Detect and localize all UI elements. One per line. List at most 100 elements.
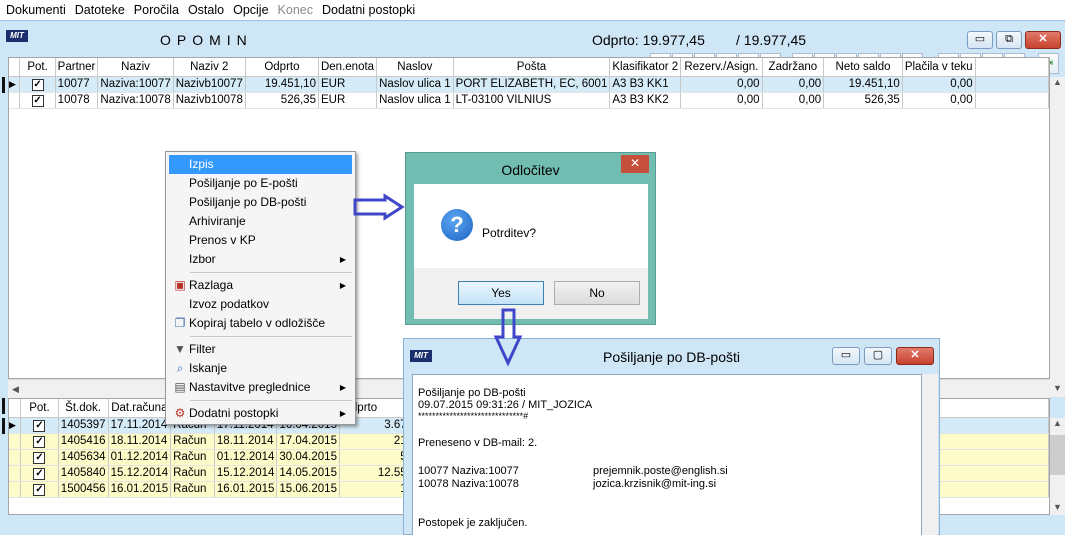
log-line: Postopek je zaključen. [418, 517, 528, 529]
scroll-up-icon[interactable]: ▲ [1053, 77, 1062, 87]
scroll-left-icon[interactable]: ◀ [12, 384, 19, 395]
cell-st-dok: 1405840 [58, 465, 109, 482]
menu-item-izvoz[interactable]: Izvoz podatkov [169, 295, 352, 314]
cell-den-enota: EUR [318, 92, 378, 109]
checkbox[interactable]: ✓ [33, 467, 46, 480]
row-checkbox[interactable]: ✓ [19, 92, 56, 109]
db-vertical-scrollbar[interactable] [922, 374, 938, 535]
col-naslov[interactable]: Naslov [376, 58, 454, 77]
odprto-label: Odprto: 19.977,45 [592, 32, 705, 48]
table-row[interactable]: ▶ ✓ 10077 Naziva:10077 Nazivb10077 19.45… [9, 76, 1049, 93]
checkbox[interactable]: ✓ [31, 94, 44, 107]
cell-vrsta: Račun [170, 465, 215, 482]
close-button[interactable]: ✕ [1025, 31, 1061, 49]
row-checkbox[interactable]: ✓ [20, 449, 59, 466]
menu-item-label: Razlaga [189, 278, 234, 292]
col-naziv[interactable]: Naziv [97, 58, 174, 77]
grid2-scroll-thumb[interactable] [1050, 435, 1065, 475]
db-posta-window: MIT Pošiljanje po DB-pošti ▭ ▢ ✕ Pošilja… [403, 338, 940, 535]
menu-item-kopiraj[interactable]: ❐ Kopiraj tabelo v odložišče [169, 314, 352, 333]
checkbox[interactable]: ✓ [31, 78, 44, 91]
col-odprto[interactable]: Odprto [245, 58, 319, 77]
menu-dokumenti[interactable]: Dokumenti [4, 3, 73, 17]
cell-filler [975, 76, 1049, 93]
menu-dodatni-postopki[interactable]: Dodatni postopki [320, 3, 422, 17]
cell-vrsta: Račun [170, 433, 215, 450]
menu-item-iskanje[interactable]: ⌕ Iskanje [169, 359, 352, 378]
col-neto-saldo[interactable]: Neto saldo [823, 58, 903, 77]
row-checkbox[interactable]: ✓ [19, 76, 56, 93]
cell-dat-racuna: 17.11.2014 [108, 417, 172, 434]
menu-item-label: Izvoz podatkov [189, 297, 270, 311]
no-button[interactable]: No [554, 281, 640, 305]
menu-item-filter[interactable]: ▼ Filter [169, 340, 352, 359]
checkbox[interactable]: ✓ [33, 483, 46, 496]
menu-item-nastavitve[interactable]: ▤ Nastavitve preglednice ▶ [169, 378, 352, 397]
row-checkbox[interactable]: ✓ [20, 417, 59, 434]
table-row[interactable]: ✓ 10078 Naziva:10078 Nazivb10078 526,35 … [9, 92, 1049, 109]
menu-ostalo[interactable]: Ostalo [186, 3, 231, 17]
cell-dat-racuna: 15.12.2014 [108, 465, 172, 482]
row-checkbox[interactable]: ✓ [20, 465, 59, 482]
menu-item-izbor[interactable]: Izbor ▶ [169, 250, 352, 269]
menu-porocila[interactable]: Poročila [132, 3, 186, 17]
close-button[interactable]: ✕ [896, 347, 934, 365]
cell-placila: 0,00 [902, 76, 976, 93]
dialog-footer: Yes No [414, 268, 648, 319]
col-posta[interactable]: Pošta [453, 58, 611, 77]
scroll-down-icon[interactable]: ▼ [1053, 383, 1062, 393]
col-den-enota[interactable]: Den.enota [318, 58, 378, 77]
col-partner[interactable]: Partner [55, 58, 99, 77]
cell-naslov: Naslov ulica 1 [376, 92, 454, 109]
maximize-button[interactable]: ▢ [864, 347, 892, 365]
cell-naslov: Naslov ulica 1 [376, 76, 454, 93]
log-email: prejemnik.poste@english.si [593, 465, 728, 477]
dialog-close-button[interactable]: ✕ [621, 155, 649, 173]
menu-datoteke[interactable]: Datoteke [73, 3, 132, 17]
menu-item-dodatni-postopki[interactable]: ⚙ Dodatni postopki ▶ [169, 404, 352, 423]
cell-placila: 0,00 [902, 92, 976, 109]
dialog-title: Odločitev [501, 162, 560, 178]
col-pot[interactable]: Pot. [20, 399, 59, 418]
checkbox[interactable]: ✓ [33, 419, 46, 432]
menu-item-arhiviranje[interactable]: Arhiviranje [169, 212, 352, 231]
menu-item-prenos-kp[interactable]: Prenos v KP [169, 231, 352, 250]
col-naziv2[interactable]: Naziv 2 [173, 58, 246, 77]
scroll-up-icon[interactable]: ▲ [1053, 418, 1062, 428]
menu-item-label: Prenos v KP [189, 233, 256, 247]
col-dat-racuna[interactable]: Dat.računa [108, 399, 172, 418]
menu-item-label: Filter [189, 342, 216, 356]
col-placila[interactable]: Plačila v teku [902, 58, 976, 77]
checkbox[interactable]: ✓ [33, 451, 46, 464]
cell-zadrzano: 0,00 [762, 92, 825, 109]
checkbox[interactable]: ✓ [33, 435, 46, 448]
cell-dat-racuna: 01.12.2014 [108, 449, 172, 466]
row-checkbox[interactable]: ✓ [20, 481, 59, 498]
maximize-button[interactable]: ⧉ [996, 31, 1022, 49]
cell-partner: 10077 [55, 76, 99, 93]
col-st-dok[interactable]: Št.dok. [58, 399, 109, 418]
partner-table: Pot. Partner Naziv Naziv 2 Odprto Den.en… [9, 58, 1049, 109]
window-title: OPOMIN [160, 32, 253, 48]
menu-opcije[interactable]: Opcije [231, 3, 275, 17]
scroll-down-icon[interactable]: ▼ [1053, 502, 1062, 512]
minimize-button[interactable]: ▭ [832, 347, 860, 365]
col-pot[interactable]: Pot. [19, 58, 56, 77]
menu-item-izpis[interactable]: Izpis [169, 155, 352, 174]
col-zadrzano[interactable]: Zadržano [762, 58, 825, 77]
minimize-button[interactable]: ▭ [967, 31, 993, 49]
cell-datum: 16.01.2015 [214, 481, 278, 498]
cell-klasifikator2: A3 B3 KK2 [609, 92, 682, 109]
menu-konec: Konec [277, 3, 313, 17]
row-checkbox[interactable]: ✓ [20, 433, 59, 450]
menu-item-db-posta[interactable]: Pošiljanje po DB-pošti [169, 193, 352, 212]
menu-item-e-posta[interactable]: Pošiljanje po E-pošti [169, 174, 352, 193]
col-klasifikator2[interactable]: Klasifikator 2 [609, 58, 682, 77]
cell-neto-saldo: 526,35 [823, 92, 903, 109]
menu-item-razlaga[interactable]: ▣ Razlaga ▶ [169, 276, 352, 295]
col-rezerv[interactable]: Rezerv./Asign. [680, 58, 763, 77]
cell-den-enota: EUR [318, 76, 378, 93]
grid1-vertical-scrollbar[interactable]: ▲ ▼ [1050, 77, 1065, 397]
yes-button[interactable]: Yes [458, 281, 544, 305]
menu-item-label: Arhiviranje [189, 214, 246, 228]
